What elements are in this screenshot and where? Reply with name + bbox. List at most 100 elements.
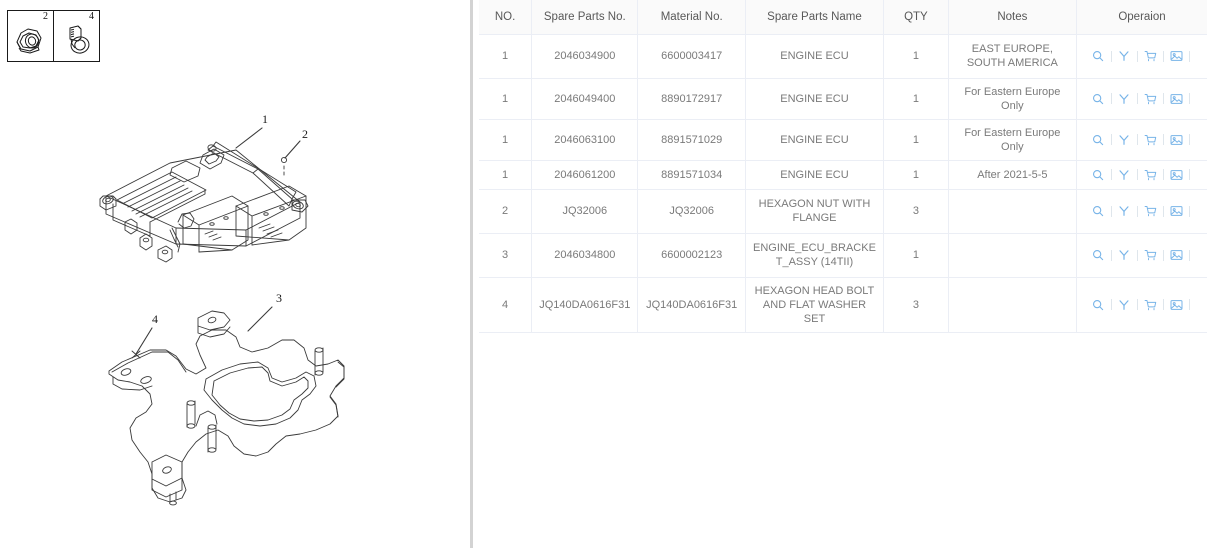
table-row[interactable]: 3 2046034800 6600002123 ENGINE_ECU_BRACKET_…	[479, 233, 1207, 278]
search-icon[interactable]	[1090, 48, 1107, 64]
table-row[interactable]: 2 JQ32006 JQ32006 HEXAGON NUT WITH FLANGE 3	[479, 189, 1207, 234]
operation-separator	[1162, 249, 1164, 261]
column-header-spare-parts-name: Spare Parts Name	[745, 0, 885, 35]
cell-spare-parts-name: ENGINE ECU	[745, 119, 885, 161]
cell-no: 3	[479, 233, 533, 278]
cell-operation	[1076, 160, 1207, 190]
operation-separator	[1188, 169, 1190, 180]
filter-icon[interactable]	[1116, 167, 1133, 183]
operation-buttons	[1082, 247, 1202, 263]
cell-material-no: 6600002123	[637, 233, 746, 278]
operation-separator	[1136, 169, 1138, 180]
filter-icon[interactable]	[1116, 91, 1133, 107]
cart-icon[interactable]	[1142, 132, 1159, 148]
operation-separator	[1136, 50, 1138, 62]
image-icon[interactable]	[1168, 247, 1185, 263]
cell-notes	[948, 189, 1077, 234]
thumbnail-cell-4[interactable]: 4	[53, 11, 99, 61]
search-icon[interactable]	[1090, 297, 1107, 313]
cart-icon[interactable]	[1142, 203, 1159, 219]
search-icon[interactable]	[1090, 91, 1107, 107]
operation-buttons	[1082, 91, 1202, 107]
operation-separator	[1110, 134, 1112, 145]
cell-no: 1	[479, 160, 533, 190]
operation-separator	[1162, 205, 1164, 217]
cell-spare-parts-name: HEXAGON HEAD BOLT AND FLAT WASHER SET	[745, 277, 885, 333]
search-icon[interactable]	[1090, 247, 1107, 263]
image-icon[interactable]	[1168, 297, 1185, 313]
cart-icon[interactable]	[1142, 48, 1159, 64]
image-icon[interactable]	[1168, 132, 1185, 148]
cell-notes	[948, 233, 1077, 278]
column-header-material-no: Material No.	[637, 0, 746, 35]
callout-2: 2	[302, 127, 308, 141]
operation-separator	[1188, 134, 1190, 145]
operation-separator	[1136, 134, 1138, 145]
operation-separator	[1136, 93, 1138, 104]
cell-spare-parts-no: 2046061200	[531, 160, 639, 190]
cart-icon[interactable]	[1142, 91, 1159, 107]
filter-icon[interactable]	[1116, 48, 1133, 64]
filter-icon[interactable]	[1116, 132, 1133, 148]
search-icon[interactable]	[1090, 203, 1107, 219]
operation-separator	[1188, 93, 1190, 104]
cart-icon[interactable]	[1142, 167, 1159, 183]
operation-separator	[1136, 299, 1138, 310]
callout-3: 3	[276, 291, 282, 305]
table-header: NO. Spare Parts No. Material No. Spare P…	[479, 0, 1207, 35]
column-header-no: NO.	[479, 0, 533, 35]
operation-buttons	[1082, 48, 1202, 64]
image-icon[interactable]	[1168, 48, 1185, 64]
filter-icon[interactable]	[1116, 297, 1133, 313]
cell-spare-parts-no: JQ32006	[531, 189, 639, 234]
operation-separator	[1162, 93, 1164, 104]
cell-material-no: 8890172917	[637, 78, 746, 120]
column-header-notes: Notes	[948, 0, 1077, 35]
cell-spare-parts-no: 2046063100	[531, 119, 639, 161]
operation-separator	[1110, 50, 1112, 62]
operation-separator	[1110, 93, 1112, 104]
table-body: 1 2046034900 6600003417 ENGINE ECU 1 EAST EUR…	[479, 34, 1207, 333]
table-row[interactable]: 4 JQ140DA0616F31 JQ140DA0616F31 HEXAGON HEA…	[479, 277, 1207, 333]
cart-icon[interactable]	[1142, 247, 1159, 263]
operation-separator	[1110, 249, 1112, 261]
search-icon[interactable]	[1090, 167, 1107, 183]
image-icon[interactable]	[1168, 167, 1185, 183]
cell-qty: 1	[883, 233, 949, 278]
operation-separator	[1188, 299, 1190, 310]
thumbnail-cell-2[interactable]: 2	[8, 11, 53, 61]
cell-material-no: JQ32006	[637, 189, 746, 234]
operation-separator	[1188, 50, 1190, 62]
table-row[interactable]: 1 2046061200 8891571034 ENGINE ECU 1 After 20…	[479, 160, 1207, 190]
cell-qty: 1	[883, 119, 949, 161]
filter-icon[interactable]	[1116, 203, 1133, 219]
callout-4: 4	[152, 312, 158, 326]
table-row[interactable]: 1 2046063100 8891571029 ENGINE ECU 1 For East…	[479, 119, 1207, 161]
panel-divider	[470, 0, 473, 548]
callout-1: 1	[262, 112, 268, 126]
cell-spare-parts-no: JQ140DA0616F31	[531, 277, 639, 333]
image-icon[interactable]	[1168, 203, 1185, 219]
cell-spare-parts-name: ENGINE ECU	[745, 160, 885, 190]
cell-no: 1	[479, 34, 533, 79]
cell-material-no: JQ140DA0616F31	[637, 277, 746, 333]
parts-catalog-page: 2 4 1 2 3 4 NO. Spare Parts No. Material…	[0, 0, 1211, 548]
table-row[interactable]: 1 2046034900 6600003417 ENGINE ECU 1 EAST EUR…	[479, 34, 1207, 79]
cell-notes: EAST EUROPE, SOUTH AMERICA	[948, 34, 1077, 79]
operation-separator	[1136, 205, 1138, 217]
image-icon[interactable]	[1168, 91, 1185, 107]
search-icon[interactable]	[1090, 132, 1107, 148]
operation-buttons	[1082, 167, 1202, 183]
parts-table: NO. Spare Parts No. Material No. Spare P…	[479, 0, 1207, 333]
cell-operation	[1076, 277, 1207, 333]
thumbnail-strip: 2 4	[7, 10, 100, 62]
table-row[interactable]: 1 2046049400 8890172917 ENGINE ECU 1 For East…	[479, 78, 1207, 120]
cell-spare-parts-no: 2046034900	[531, 34, 639, 79]
operation-separator	[1110, 205, 1112, 217]
filter-icon[interactable]	[1116, 247, 1133, 263]
operation-separator	[1188, 249, 1190, 261]
operation-buttons	[1082, 132, 1202, 148]
cell-operation	[1076, 233, 1207, 278]
cell-spare-parts-name: HEXAGON NUT WITH FLANGE	[745, 189, 885, 234]
cart-icon[interactable]	[1142, 297, 1159, 313]
